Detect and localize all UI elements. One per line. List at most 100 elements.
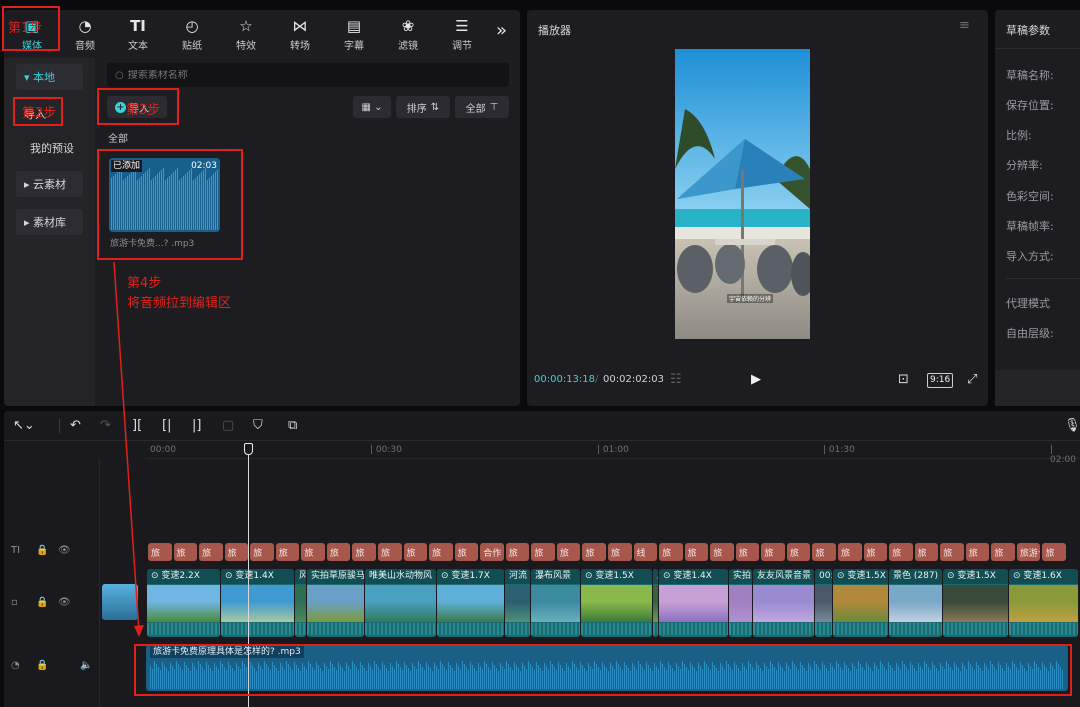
video-clip[interactable]: 友友风景音景 — [753, 569, 814, 637]
text-clip[interactable]: 旅 — [710, 543, 734, 561]
sidebar-item-cloud[interactable]: ▸ 云素材 — [16, 171, 83, 197]
video-clip[interactable]: ⊙ 变速1.4X — [221, 569, 294, 637]
marker-icon[interactable]: ⛉ — [253, 418, 263, 433]
filter-button[interactable]: 全部 ⊤ — [455, 96, 509, 118]
undo-icon[interactable]: ↶ — [70, 418, 81, 433]
tab-text[interactable]: TI 文本 — [111, 10, 165, 58]
fit-view-icon[interactable]: ⊡ — [898, 372, 909, 387]
audio-clip[interactable]: 旅游卡免费原理具体是怎样的? .mp3 — [146, 645, 1068, 691]
play-button[interactable]: ▶ — [751, 372, 761, 387]
text-clip[interactable]: 旅 — [914, 543, 939, 561]
tab-adjust[interactable]: ☰ 调节 — [435, 10, 489, 58]
video-clip[interactable]: 实拍 — [729, 569, 752, 637]
video-clip[interactable]: ⊙ 变速1.6X — [1009, 569, 1078, 637]
color-space-label: 色彩空间: — [1006, 190, 1054, 203]
screenshot-icon[interactable]: ⧉ — [288, 418, 297, 433]
select-tool-icon[interactable]: ↖⌄ — [13, 418, 35, 433]
text-clip[interactable]: 旅 — [1042, 543, 1066, 561]
trim-right-icon[interactable]: |] — [192, 418, 201, 433]
text-clip[interactable]: 旅 — [250, 543, 274, 561]
text-clip[interactable]: 旅 — [378, 543, 402, 561]
video-clip[interactable]: 风 — [295, 569, 306, 637]
timeline-grid-icon[interactable]: ☷ — [670, 372, 682, 387]
aspect-ratio-button[interactable]: 9:16 — [927, 373, 954, 388]
text-clip[interactable]: 旅 — [403, 543, 428, 561]
text-clip[interactable]: 旅游卡 — [1016, 543, 1041, 561]
text-clip[interactable]: 旅 — [582, 543, 606, 561]
text-clip[interactable]: 旅 — [454, 543, 479, 561]
text-clip[interactable]: 旅 — [301, 543, 325, 561]
lock-icon[interactable]: 🔒 — [36, 545, 48, 556]
video-clip[interactable]: 瀑布风景 — [531, 569, 580, 637]
tab-transition[interactable]: ⋈ 转场 — [273, 10, 327, 58]
video-clip[interactable]: 实拍草原骏马 — [307, 569, 364, 637]
text-clip[interactable]: 旅 — [608, 543, 632, 561]
speaker-icon[interactable]: 🔈 — [80, 660, 92, 671]
tab-filter[interactable]: ❀ 滤镜 — [381, 10, 435, 58]
text-clip[interactable]: 旅 — [889, 543, 913, 561]
text-clip[interactable]: 旅 — [863, 543, 888, 561]
text-clip[interactable]: 旅 — [786, 543, 811, 561]
text-clip[interactable]: 旅 — [173, 543, 198, 561]
text-clip[interactable]: 旅 — [326, 543, 351, 561]
text-clip[interactable]: 旅 — [224, 543, 249, 561]
player-menu-icon[interactable]: ≡ — [959, 18, 970, 33]
video-clip[interactable]: 00: — [815, 569, 832, 637]
video-clip[interactable]: ⊙ 变速1.4X — [659, 569, 728, 637]
fullscreen-icon[interactable]: ⤢ — [967, 372, 977, 387]
text-clip[interactable]: 旅 — [275, 543, 300, 561]
microphone-icon[interactable]: 🎙 — [1064, 418, 1080, 433]
text-clip[interactable]: 旅 — [531, 543, 555, 561]
playhead[interactable] — [248, 447, 249, 707]
text-clip[interactable]: 旅 — [940, 543, 964, 561]
tab-subtitle[interactable]: ▤ 字幕 — [327, 10, 381, 58]
sort-button[interactable]: 排序 ⇅ — [396, 96, 450, 118]
annotation-step3: 第3步 — [126, 103, 161, 118]
text-clip[interactable]: 旅 — [761, 543, 785, 561]
text-clip[interactable]: 旅 — [735, 543, 760, 561]
eye-icon[interactable]: 👁 — [58, 545, 71, 556]
delete-icon[interactable]: ▢ — [222, 418, 234, 433]
video-clip[interactable]: ⊙ 变速1.7X — [437, 569, 504, 637]
text-clip[interactable]: 旅 — [352, 543, 376, 561]
search-input[interactable] — [127, 69, 488, 81]
total-time: 00:02:02:03 — [603, 374, 665, 385]
text-clip[interactable]: 旅 — [965, 543, 990, 561]
text-clip[interactable]: 旅 — [838, 543, 862, 561]
text-clip[interactable]: 线 — [633, 543, 658, 561]
video-clip[interactable]: ⊙ 变速1.5X — [833, 569, 888, 637]
sidebar-item-library[interactable]: ▸ 素材库 — [16, 209, 83, 235]
text-clip[interactable]: 旅 — [199, 543, 223, 561]
text-clip[interactable]: 旅 — [659, 543, 683, 561]
video-clip-label: ⊙ 变速1.5X — [833, 569, 888, 584]
ratio-label: 比例: — [1006, 129, 1032, 142]
search-field[interactable]: ○ — [107, 63, 509, 87]
lock-icon[interactable]: 🔒 — [36, 660, 48, 671]
video-clip[interactable]: 河流 — [505, 569, 530, 637]
playhead-handle[interactable] — [244, 443, 253, 455]
text-clip[interactable]: 旅 — [684, 543, 709, 561]
video-clip[interactable]: 唯美山水动物风 — [365, 569, 436, 637]
text-clip[interactable]: 旅 — [556, 543, 581, 561]
video-clip[interactable]: 景色 (287) — [889, 569, 942, 637]
video-clip[interactable]: 风 — [653, 569, 658, 637]
video-clip-audio-wave — [505, 623, 530, 635]
tab-effects[interactable]: ☆ 特效 — [219, 10, 273, 58]
eye-icon[interactable]: 👁 — [58, 597, 71, 608]
text-clip[interactable]: 旅 — [429, 543, 453, 561]
video-clip[interactable]: ⊙ 变速1.5X — [943, 569, 1008, 637]
tab-audio[interactable]: ◔ 音频 — [58, 10, 112, 58]
current-time: 00:00:13:18 — [534, 374, 596, 385]
tab-sticker[interactable]: ◴ 贴纸 — [165, 10, 219, 58]
text-clip[interactable]: 合作 — [480, 543, 504, 561]
lock-icon[interactable]: 🔒 — [36, 597, 48, 608]
text-clip[interactable]: 旅 — [812, 543, 836, 561]
text-clip[interactable]: 旅 — [505, 543, 530, 561]
toolbar-more-button[interactable]: » — [496, 20, 507, 41]
text-clip[interactable]: 旅 — [991, 543, 1015, 561]
media-item-audio[interactable]: 已添加 02:03 — [109, 158, 220, 232]
sidebar-item-presets[interactable]: 我的预设 — [22, 135, 89, 161]
video-clip[interactable]: ⊙ 变速1.5X — [581, 569, 652, 637]
sidebar-item-local[interactable]: ▾ 本地 — [16, 64, 83, 90]
view-mode-button[interactable]: ▦ ⌄ — [353, 96, 391, 118]
